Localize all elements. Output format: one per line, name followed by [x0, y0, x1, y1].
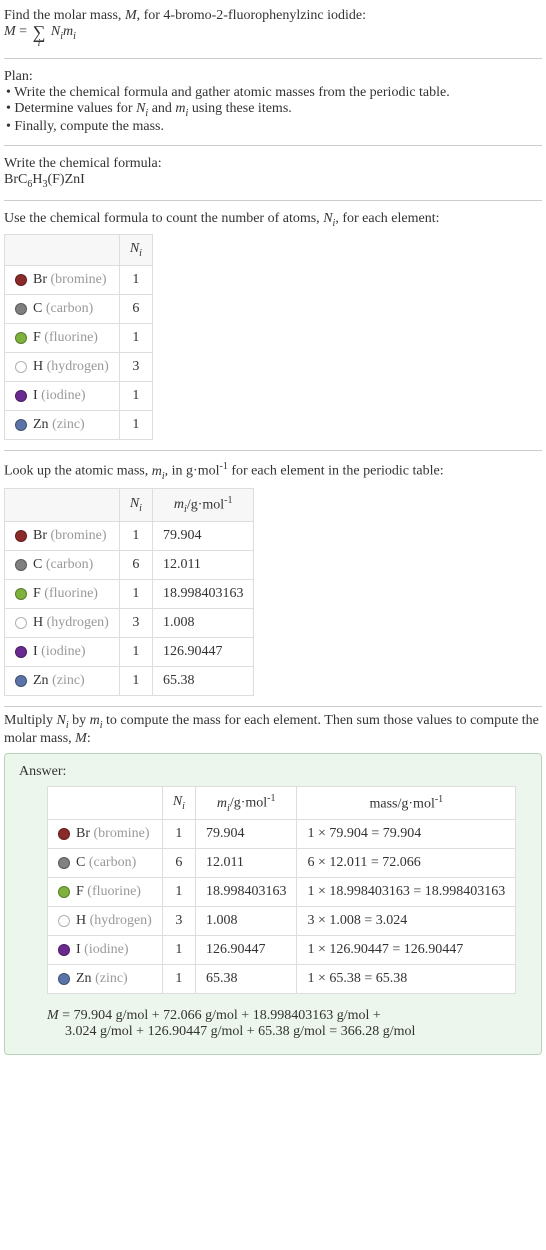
answer-box: Answer: Ni mi/g·mol-1 mass/g·mol-1 Br (b…	[4, 753, 542, 1055]
answer-col-n: Ni	[162, 786, 195, 819]
element-dot	[15, 646, 27, 658]
eq-lhs: M	[4, 24, 16, 40]
table-row: Zn (zinc)165.381 × 65.38 = 65.38	[48, 965, 516, 994]
eq-rhs: Nimi	[47, 24, 76, 42]
masses-table: Ni mi/g·mol-1 Br (bromine)179.904 C (car…	[4, 488, 254, 696]
sigma-icon: ∑ i	[33, 24, 46, 48]
element-dot	[15, 530, 27, 542]
answer-col-m: mi/g·mol-1	[195, 786, 297, 819]
intro-mvar: M	[125, 8, 137, 23]
element-dot	[58, 857, 70, 869]
element-dot	[15, 617, 27, 629]
count-col-n: Ni	[119, 235, 152, 266]
element-dot	[15, 303, 27, 315]
table-row: Zn (zinc)165.38	[5, 667, 254, 696]
table-row: F (fluorine)1	[5, 324, 153, 353]
table-row: C (carbon)612.0116 × 12.011 = 72.066	[48, 849, 516, 878]
masses-heading: Look up the atomic mass, mi, in g·mol-1 …	[4, 461, 542, 481]
table-row: I (iodine)1126.904471 × 126.90447 = 126.…	[48, 936, 516, 965]
element-dot	[15, 361, 27, 373]
plan-item-1: • Determine values for Ni and mi using t…	[6, 101, 542, 119]
count-col-blank	[5, 235, 120, 266]
table-row: Br (bromine)179.904	[5, 522, 254, 551]
element-dot	[58, 973, 70, 985]
formula-heading: Write the chemical formula:	[4, 156, 542, 172]
intro-part2: , for 4-bromo-2-fluorophenylzinc iodide:	[137, 8, 366, 23]
intro-text: Find the molar mass, M, for 4-bromo-2-fl…	[4, 8, 542, 24]
formula-text: BrC6H3(F)ZnI	[4, 172, 542, 190]
element-dot	[15, 332, 27, 344]
plan-heading: Plan:	[4, 69, 542, 85]
table-row: H (hydrogen)3	[5, 353, 153, 382]
element-dot	[15, 419, 27, 431]
count-heading: Use the chemical formula to count the nu…	[4, 211, 542, 229]
element-dot	[15, 588, 27, 600]
element-dot	[15, 559, 27, 571]
multiply-heading: Multiply Ni by mi to compute the mass fo…	[4, 713, 542, 747]
plan-item-2: • Finally, compute the mass.	[6, 119, 542, 135]
table-row: C (carbon)612.011	[5, 551, 254, 580]
table-row: F (fluorine)118.9984031631 × 18.99840316…	[48, 878, 516, 907]
answer-col-mass: mass/g·mol-1	[297, 786, 516, 819]
intro-section: Find the molar mass, M, for 4-bromo-2-fl…	[4, 4, 542, 59]
table-row: Zn (zinc)1	[5, 411, 153, 440]
masses-col-n: Ni	[119, 488, 152, 521]
masses-section: Look up the atomic mass, mi, in g·mol-1 …	[4, 457, 542, 707]
count-table: Ni Br (bromine)1 C (carbon)6 F (fluorine…	[4, 234, 153, 440]
element-dot	[15, 274, 27, 286]
formula-section: Write the chemical formula: BrC6H3(F)ZnI	[4, 152, 542, 201]
table-row: I (iodine)1	[5, 382, 153, 411]
element-dot	[58, 915, 70, 927]
element-dot	[15, 390, 27, 402]
element-dot	[15, 675, 27, 687]
masses-col-m: mi/g·mol-1	[152, 488, 254, 521]
plan-item-0: • Write the chemical formula and gather …	[6, 85, 542, 101]
intro-equation: M = ∑ i Nimi	[4, 24, 542, 48]
table-row: F (fluorine)118.998403163	[5, 580, 254, 609]
multiply-section: Multiply Ni by mi to compute the mass fo…	[4, 713, 542, 1055]
table-row: Br (bromine)1	[5, 266, 153, 295]
element-dot	[58, 828, 70, 840]
count-section: Use the chemical formula to count the nu…	[4, 207, 542, 452]
table-row: I (iodine)1126.90447	[5, 638, 254, 667]
table-row: H (hydrogen)31.008	[5, 609, 254, 638]
table-row: Br (bromine)179.9041 × 79.904 = 79.904	[48, 820, 516, 849]
answer-label: Answer:	[19, 764, 527, 780]
element-dot	[58, 944, 70, 956]
answer-table: Ni mi/g·mol-1 mass/g·mol-1 Br (bromine)1…	[47, 786, 516, 994]
eq-equals: =	[16, 24, 31, 40]
plan-section: Plan: • Write the chemical formula and g…	[4, 65, 542, 146]
intro-part1: Find the molar mass,	[4, 8, 125, 23]
table-row: C (carbon)6	[5, 295, 153, 324]
table-row: H (hydrogen)31.0083 × 1.008 = 3.024	[48, 907, 516, 936]
element-dot	[58, 886, 70, 898]
answer-sum: M = 79.904 g/mol + 72.066 g/mol + 18.998…	[47, 1008, 527, 1040]
